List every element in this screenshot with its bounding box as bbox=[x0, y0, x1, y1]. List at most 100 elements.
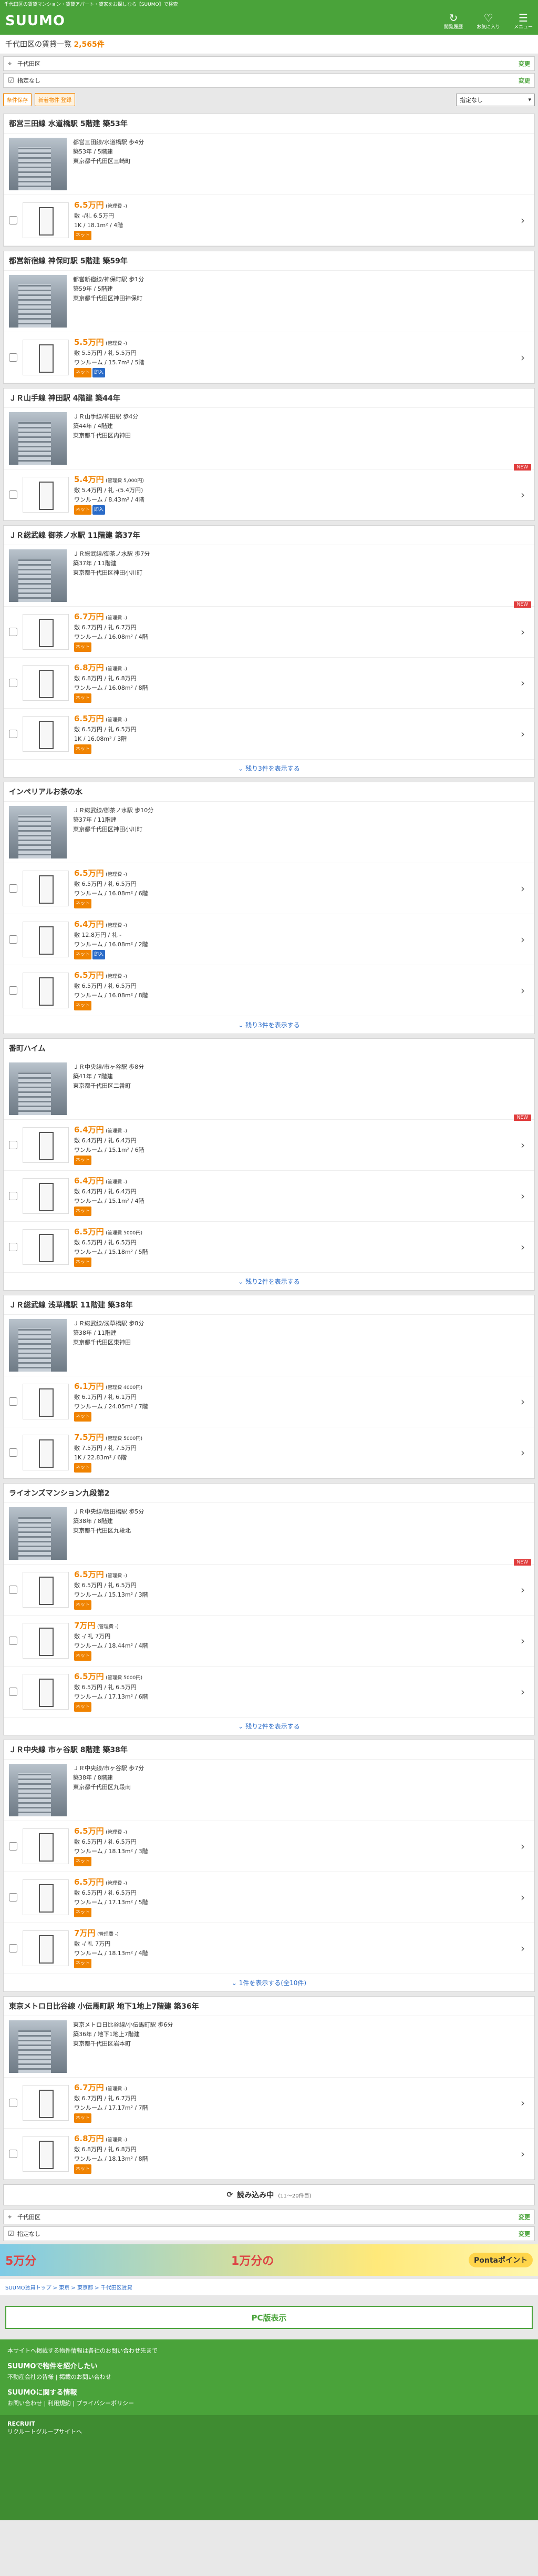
room-row[interactable]: 6.5万円 (管理費 -) 敷 6.5万円 / 礼 6.5万円 ワンルーム / 16… bbox=[4, 863, 534, 914]
floor-plan-image[interactable] bbox=[23, 477, 69, 513]
chevron-right-icon[interactable]: › bbox=[521, 2148, 529, 2160]
pc-view-button[interactable]: PC版表示 bbox=[5, 2306, 533, 2329]
building-photo[interactable] bbox=[9, 1319, 67, 1372]
building-photo[interactable] bbox=[9, 549, 67, 602]
show-more-link[interactable]: ⌄ 残り2件を表示する bbox=[4, 1718, 534, 1735]
room-checkbox[interactable] bbox=[9, 1141, 17, 1149]
breadcrumb[interactable]: SUUMO賃貸トップ > 東京 > 東京都 > 千代田区賃貸 bbox=[0, 2279, 538, 2295]
property-name[interactable]: ＪＲ中央線 市ヶ谷駅 8階建 築38年 bbox=[4, 1740, 534, 1760]
room-row[interactable]: NEW 5.4万円 (管理費 5,000円) 敷 5.4万円 / 礼 -(5.4万円… bbox=[4, 464, 534, 520]
property-name[interactable]: 東京メトロ日比谷線 小伝馬町駅 地下1地上7階建 築36年 bbox=[4, 1997, 534, 2016]
room-row[interactable]: NEW 6.5万円 (管理費 -) 敷 6.5万円 / 礼 6.5万円 ワンルーム /… bbox=[4, 1559, 534, 1616]
room-checkbox[interactable] bbox=[9, 884, 17, 893]
chevron-right-icon[interactable]: › bbox=[521, 1634, 529, 1647]
floor-plan-image[interactable] bbox=[23, 1623, 69, 1659]
room-row[interactable]: 6.5万円 (管理費 -) 敷 6.5万円 / 礼 6.5万円 ワンルーム / 16… bbox=[4, 965, 534, 1016]
property-name[interactable]: インペリアルお茶の水 bbox=[4, 782, 534, 802]
room-row[interactable]: NEW 6.4万円 (管理費 -) 敷 6.4万円 / 礼 6.4万円 ワンルーム /… bbox=[4, 1115, 534, 1171]
floor-plan-image[interactable] bbox=[23, 1435, 69, 1470]
floor-plan-image[interactable] bbox=[23, 1178, 69, 1214]
history-icon[interactable]: ↻ 閲覧履歴 bbox=[444, 13, 463, 30]
floor-plan-image[interactable] bbox=[23, 1229, 69, 1265]
show-more-link[interactable]: ⌄ 残り2件を表示する bbox=[4, 1273, 534, 1290]
property-name[interactable]: ＪＲ総武線 浅草橋駅 11階建 築38年 bbox=[4, 1295, 534, 1315]
save-search-button[interactable]: 条件保存 bbox=[3, 93, 32, 106]
room-row[interactable]: 7万円 (管理費 -) 敷 -/ 礼 7万円 ワンルーム / 18.13m² / 4… bbox=[4, 1923, 534, 1974]
chevron-right-icon[interactable]: › bbox=[521, 1685, 529, 1698]
room-checkbox[interactable] bbox=[9, 1944, 17, 1953]
floor-plan-image[interactable] bbox=[23, 1674, 69, 1710]
footer-links-1[interactable]: 不動産会社の皆様 | 掲載のお問い合わせ bbox=[7, 2372, 531, 2383]
property-name[interactable]: 都営三田線 水道橋駅 5階建 築53年 bbox=[4, 114, 534, 134]
building-photo[interactable] bbox=[9, 275, 67, 328]
room-checkbox[interactable] bbox=[9, 1842, 17, 1851]
room-checkbox[interactable] bbox=[9, 628, 17, 636]
chevron-right-icon[interactable]: › bbox=[521, 677, 529, 689]
room-checkbox[interactable] bbox=[9, 986, 17, 995]
menu-icon[interactable]: ☰ メニュー bbox=[514, 13, 533, 30]
room-row[interactable]: 7.5万円 (管理費 5000円) 敷 7.5万円 / 礼 7.5万円 1K / 2… bbox=[4, 1427, 534, 1478]
chevron-right-icon[interactable]: › bbox=[521, 488, 529, 501]
room-checkbox[interactable] bbox=[9, 1192, 17, 1200]
property-name[interactable]: ＪＲ山手線 神田駅 4階建 築44年 bbox=[4, 389, 534, 408]
room-row[interactable]: 6.5万円 (管理費 -) 敷 -/礼 6.5万円 1K / 18.1m² / 4階… bbox=[4, 195, 534, 246]
property-name[interactable]: 番町ハイム bbox=[4, 1039, 534, 1058]
chevron-right-icon[interactable]: › bbox=[521, 1446, 529, 1459]
floor-plan-image[interactable] bbox=[23, 973, 69, 1008]
room-row[interactable]: 6.5万円 (管理費 -) 敷 6.5万円 / 礼 6.5万円 ワンルーム / 18… bbox=[4, 1821, 534, 1872]
floor-plan-image[interactable] bbox=[23, 922, 69, 957]
group-link[interactable]: リクルートグループサイトへ bbox=[7, 2427, 531, 2436]
building-photo[interactable] bbox=[9, 1507, 67, 1560]
change-area-link[interactable]: 変更 bbox=[519, 59, 530, 68]
floor-plan-image[interactable] bbox=[23, 614, 69, 650]
room-checkbox[interactable] bbox=[9, 1397, 17, 1406]
room-checkbox[interactable] bbox=[9, 1637, 17, 1645]
sort-select[interactable]: 指定なし ▾ bbox=[456, 93, 535, 106]
new-arrival-button[interactable]: 新着物件 登録 bbox=[35, 93, 76, 106]
floor-plan-image[interactable] bbox=[23, 1930, 69, 1966]
room-checkbox[interactable] bbox=[9, 1688, 17, 1696]
room-row[interactable]: 6.5万円 (管理費 -) 敷 6.5万円 / 礼 6.5万円 ワンルーム / 17… bbox=[4, 1872, 534, 1923]
room-checkbox[interactable] bbox=[9, 490, 17, 499]
footer-links-2[interactable]: お問い合わせ | 利用規約 | プライバシーポリシー bbox=[7, 2398, 531, 2409]
favorite-icon[interactable]: ♡ お気に入り bbox=[477, 13, 500, 30]
filter-condition[interactable]: ☑ 指定なし 変更 bbox=[3, 73, 535, 88]
room-checkbox[interactable] bbox=[9, 730, 17, 738]
room-row[interactable]: 6.8万円 (管理費 -) 敷 6.8万円 / 礼 6.8万円 ワンルーム / 18… bbox=[4, 2129, 534, 2180]
change-condition-link[interactable]: 変更 bbox=[519, 76, 530, 85]
floor-plan-image[interactable] bbox=[23, 1127, 69, 1163]
room-checkbox[interactable] bbox=[9, 2150, 17, 2158]
building-photo[interactable] bbox=[9, 412, 67, 465]
filter-condition-bottom[interactable]: ☑ 指定なし 変更 bbox=[3, 2226, 535, 2241]
chevron-right-icon[interactable]: › bbox=[521, 351, 529, 364]
chevron-right-icon[interactable]: › bbox=[521, 1190, 529, 1202]
show-more-link[interactable]: ⌄ 1件を表示する(全10件) bbox=[4, 1974, 534, 1991]
room-row[interactable]: 6.4万円 (管理費 -) 敷 12.8万円 / 礼 - ワンルーム / 16.08… bbox=[4, 914, 534, 965]
filter-area[interactable]: ⌖ 千代田区 変更 bbox=[3, 56, 535, 71]
show-more-link[interactable]: ⌄ 残り3件を表示する bbox=[4, 760, 534, 777]
floor-plan-image[interactable] bbox=[23, 2136, 69, 2172]
room-row[interactable]: 6.7万円 (管理費 -) 敷 6.7万円 / 礼 6.7万円 ワンルーム / 17… bbox=[4, 2078, 534, 2129]
building-photo[interactable] bbox=[9, 138, 67, 190]
room-checkbox[interactable] bbox=[9, 1586, 17, 1594]
room-checkbox[interactable] bbox=[9, 935, 17, 944]
chevron-right-icon[interactable]: › bbox=[521, 1395, 529, 1408]
chevron-right-icon[interactable]: › bbox=[521, 1891, 529, 1904]
chevron-right-icon[interactable]: › bbox=[521, 1139, 529, 1151]
property-name[interactable]: 都営新宿線 神保町駅 5階建 築59年 bbox=[4, 251, 534, 271]
room-row[interactable]: 6.1万円 (管理費 4000円) 敷 6.1万円 / 礼 6.1万円 ワンルーム … bbox=[4, 1376, 534, 1427]
show-more-link[interactable]: ⌄ 残り3件を表示する bbox=[4, 1016, 534, 1034]
chevron-right-icon[interactable]: › bbox=[521, 933, 529, 946]
floor-plan-image[interactable] bbox=[23, 202, 69, 238]
room-row[interactable]: 7万円 (管理費 -) 敷 -/ 礼 7万円 ワンルーム / 18.44m² / 4… bbox=[4, 1616, 534, 1667]
chevron-right-icon[interactable]: › bbox=[521, 1583, 529, 1596]
room-row[interactable]: 6.5万円 (管理費 -) 敷 6.5万円 / 礼 6.5万円 1K / 16.08… bbox=[4, 709, 534, 760]
chevron-right-icon[interactable]: › bbox=[521, 2097, 529, 2109]
room-checkbox[interactable] bbox=[9, 1893, 17, 1902]
floor-plan-image[interactable] bbox=[23, 2085, 69, 2121]
chevron-right-icon[interactable]: › bbox=[521, 728, 529, 740]
chevron-right-icon[interactable]: › bbox=[521, 214, 529, 227]
room-checkbox[interactable] bbox=[9, 679, 17, 687]
room-row[interactable]: 6.5万円 (管理費 5000円) 敷 6.5万円 / 礼 6.5万円 ワンルーム … bbox=[4, 1667, 534, 1718]
room-checkbox[interactable] bbox=[9, 353, 17, 362]
